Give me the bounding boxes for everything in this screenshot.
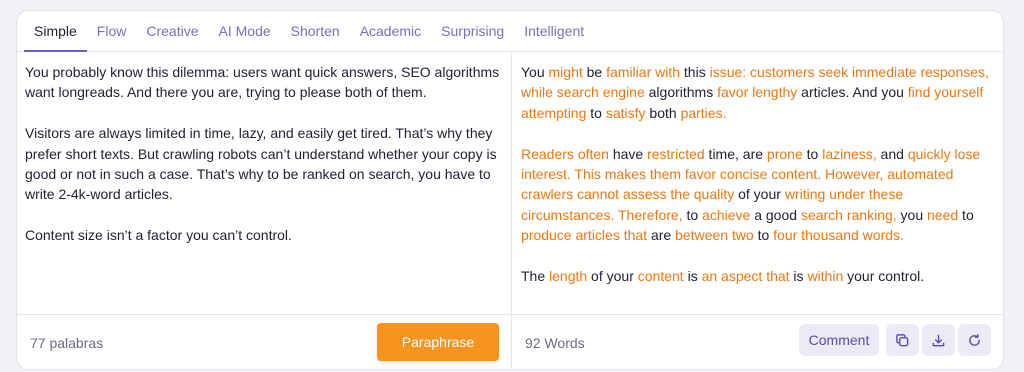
- unchanged-text: you: [896, 206, 928, 223]
- unchanged-text: The: [521, 268, 550, 285]
- changed-phrase[interactable]: an aspect that: [702, 268, 790, 284]
- unchanged-text: is: [683, 268, 702, 285]
- changed-phrase[interactable]: familiar with: [606, 64, 680, 80]
- download-button[interactable]: [922, 324, 955, 356]
- unchanged-text: a good: [750, 206, 801, 223]
- tab-surprising[interactable]: Surprising: [431, 11, 514, 51]
- unchanged-text: is: [789, 268, 808, 285]
- unchanged-text: You: [521, 64, 549, 80]
- changed-phrase[interactable]: parties.: [681, 105, 727, 121]
- refresh-icon: [969, 333, 980, 346]
- tab-intelligent[interactable]: Intelligent: [514, 11, 594, 51]
- input-word-count: 77 palabras: [30, 335, 104, 351]
- unchanged-text: this: [680, 64, 710, 80]
- changed-phrase[interactable]: favor lengthy: [717, 84, 797, 100]
- unchanged-text: are: [647, 227, 676, 244]
- unchanged-text: of your: [587, 268, 638, 285]
- unchanged-text: both: [645, 104, 681, 121]
- changed-phrase[interactable]: restricted: [647, 146, 705, 162]
- output-footer: 92 Words Comment: [512, 315, 1003, 369]
- unchanged-text: and: [876, 145, 908, 162]
- unchanged-text: to: [682, 206, 703, 223]
- copy-icon: [896, 333, 909, 346]
- output-paragraph: The length of your content is an aspect …: [521, 266, 997, 286]
- output-paragraph: You might be familiar with this issue: c…: [521, 62, 997, 123]
- unchanged-text: have: [608, 145, 648, 162]
- changed-phrase[interactable]: content: [638, 268, 684, 284]
- changed-phrase[interactable]: achieve: [702, 207, 750, 223]
- unchanged-text: your control.: [843, 268, 925, 285]
- input-paragraph: Visitors are always limited in time, laz…: [25, 125, 497, 203]
- output-word-count: 92 Words: [525, 335, 585, 351]
- changed-phrase[interactable]: laziness,: [822, 146, 876, 162]
- unchanged-text: be: [582, 64, 607, 80]
- input-text-area[interactable]: You probably know this dilemma: users wa…: [17, 52, 511, 314]
- changed-phrase[interactable]: Readers: [521, 146, 574, 162]
- input-paragraph: Content size isn’t a factor you can’t co…: [25, 227, 292, 244]
- unchanged-text: to: [958, 206, 974, 223]
- tab-simple[interactable]: Simple: [24, 11, 87, 52]
- unchanged-text: to: [802, 145, 823, 162]
- tab-ai-mode[interactable]: AI Mode: [209, 11, 281, 51]
- download-icon: [932, 334, 945, 346]
- changed-phrase[interactable]: need: [927, 207, 958, 223]
- unchanged-text: of your: [734, 186, 785, 203]
- unchanged-text: time, are: [704, 145, 767, 162]
- changed-phrase[interactable]: produce articles that: [521, 227, 647, 243]
- changed-phrase[interactable]: might: [549, 64, 583, 80]
- changed-phrase[interactable]: within: [807, 268, 843, 284]
- changed-phrase[interactable]: between two: [675, 227, 754, 243]
- tab-academic[interactable]: Academic: [350, 11, 431, 51]
- unchanged-text: algorithms: [644, 84, 718, 101]
- refresh-button[interactable]: [958, 324, 991, 356]
- paraphrase-button[interactable]: Paraphrase: [377, 323, 499, 361]
- input-footer: 77 palabras Paraphrase: [17, 315, 511, 369]
- mode-tabs: Simple Flow Creative AI Mode Shorten Aca…: [17, 11, 1003, 52]
- tab-shorten[interactable]: Shorten: [281, 11, 350, 51]
- input-paragraph: You probably know this dilemma: users wa…: [25, 64, 500, 101]
- changed-phrase[interactable]: prone: [767, 146, 803, 162]
- changed-phrase[interactable]: often: [578, 146, 609, 162]
- changed-phrase[interactable]: four thousand words.: [773, 227, 904, 243]
- paraphraser-card: Simple Flow Creative AI Mode Shorten Aca…: [16, 10, 1004, 370]
- changed-phrase[interactable]: satisfy: [606, 105, 646, 121]
- unchanged-text: to: [753, 227, 774, 244]
- tab-flow[interactable]: Flow: [87, 11, 137, 51]
- tab-creative[interactable]: Creative: [136, 11, 208, 51]
- unchanged-text: to: [586, 104, 606, 121]
- changed-phrase[interactable]: search ranking,: [801, 207, 897, 223]
- copy-button[interactable]: [886, 324, 919, 356]
- comment-button[interactable]: Comment: [799, 324, 879, 356]
- changed-phrase[interactable]: length: [549, 268, 587, 284]
- unchanged-text: articles. And you: [797, 84, 908, 101]
- output-paragraph: Readers often have restricted time, are …: [521, 144, 997, 246]
- output-text-area: You might be familiar with this issue: c…: [512, 52, 1003, 314]
